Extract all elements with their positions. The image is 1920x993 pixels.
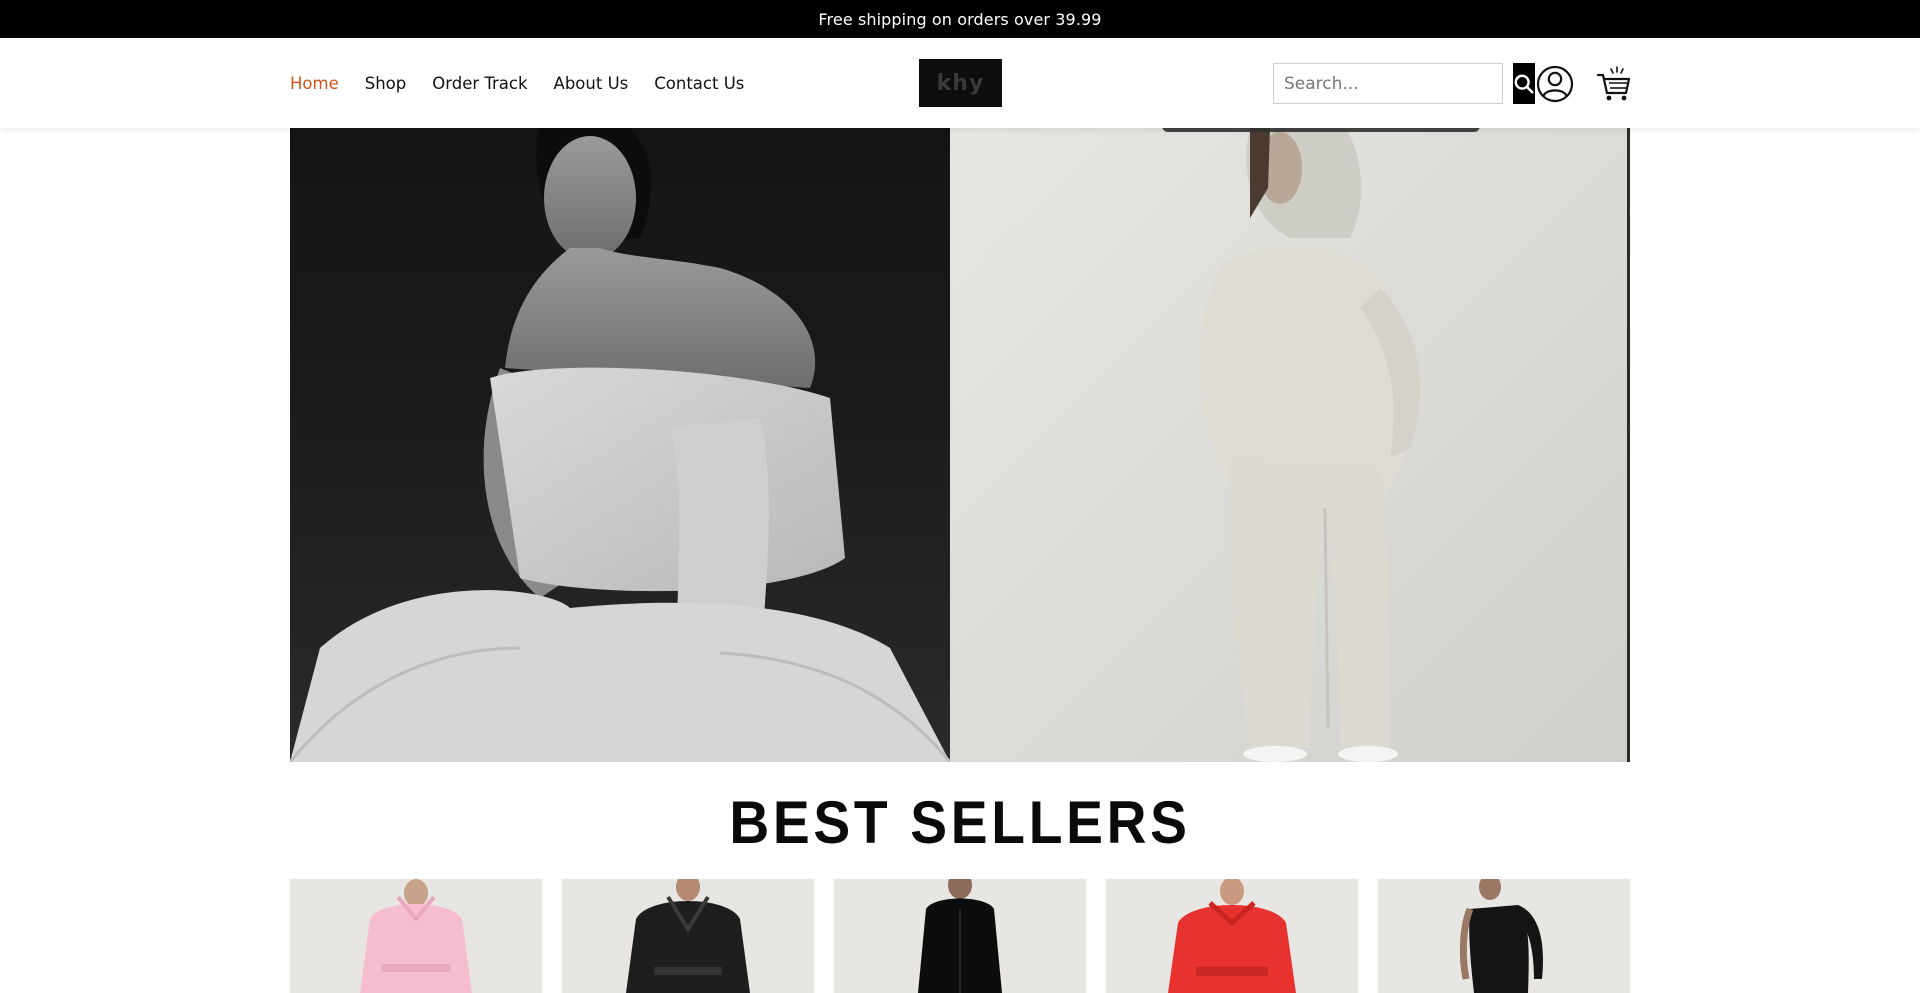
user-icon[interactable] [1536,65,1574,103]
hero-image-left [290,128,952,762]
nav-contact-us[interactable]: Contact Us [654,74,744,93]
logo-text: khy [936,70,985,96]
product-image [918,879,1002,993]
search-button[interactable] [1513,63,1535,104]
announcement-bar: Free shipping on orders over 39.99 [0,0,1920,38]
nav-home[interactable]: Home [290,74,339,93]
site-logo[interactable]: khy [919,59,1002,107]
hero-banner[interactable] [290,128,1630,762]
search-input[interactable] [1274,64,1513,103]
product-grid [290,879,1630,993]
site-header: Home Shop Order Track About Us Contact U… [0,38,1920,128]
search-box [1273,63,1535,104]
hero-figure-right [1200,128,1420,762]
product-image [1459,879,1543,993]
product-image [360,879,472,993]
product-card[interactable] [834,879,1086,993]
product-card[interactable] [1378,879,1630,993]
product-card[interactable] [1106,879,1358,993]
hero-figure-left [290,128,952,762]
cart-icon[interactable] [1596,65,1632,103]
product-card[interactable] [562,879,814,993]
hero-image-right [950,128,1630,762]
nav-order-track[interactable]: Order Track [432,74,527,93]
announcement-text: Free shipping on orders over 39.99 [818,9,1102,29]
main-nav: Home Shop Order Track About Us Contact U… [290,38,744,128]
product-image [626,879,750,993]
nav-shop[interactable]: Shop [365,74,407,93]
best-sellers-title: BEST SELLERS [729,789,1191,856]
product-image [1168,879,1296,993]
nav-about-us[interactable]: About Us [554,74,629,93]
product-card[interactable] [290,879,542,993]
search-icon [1514,74,1534,94]
